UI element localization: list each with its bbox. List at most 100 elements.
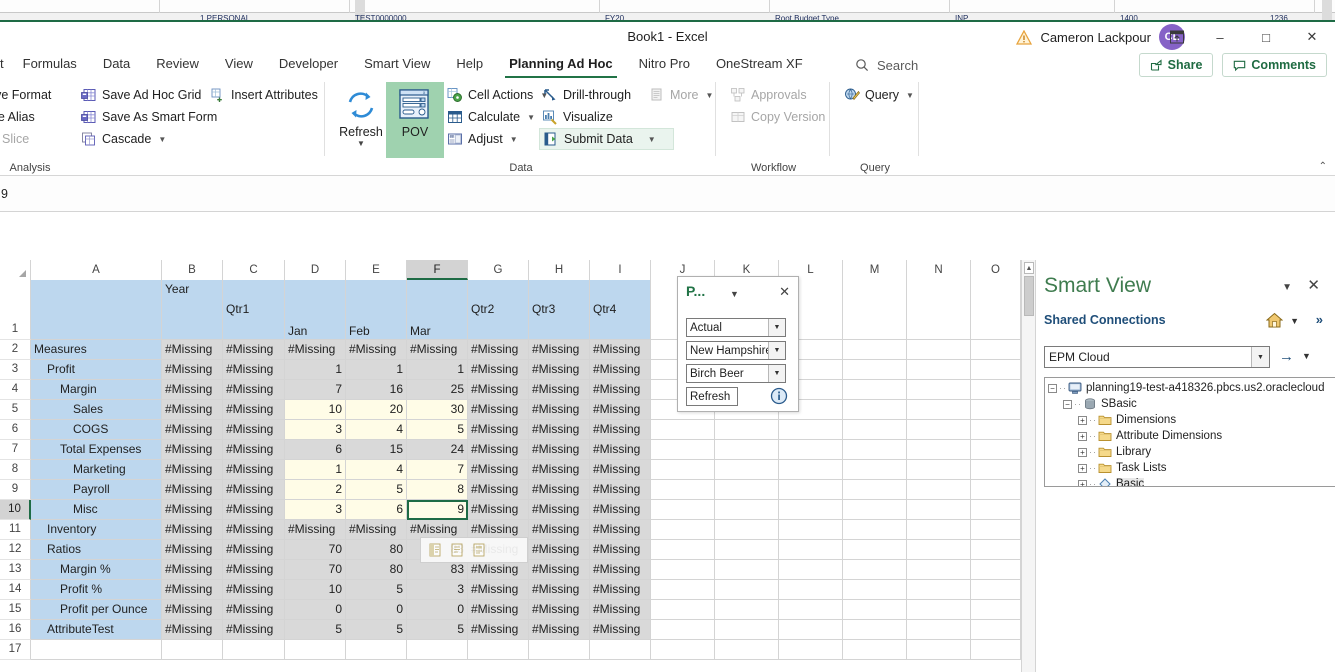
column-header-o[interactable]: O [971, 260, 1021, 280]
cell-b1[interactable]: Year [162, 280, 223, 340]
cell-g8[interactable]: #Missing [468, 460, 529, 480]
cell-h9[interactable]: #Missing [529, 480, 590, 500]
tree-node-dimensions[interactable]: + ·· Dimensions [1045, 412, 1335, 428]
cell-l9[interactable] [779, 480, 843, 500]
cell-a5[interactable]: Sales [31, 400, 162, 420]
cell-k12[interactable] [715, 540, 779, 560]
cell-a2[interactable]: Measures [31, 340, 162, 360]
row-header-17[interactable]: 17 [0, 640, 31, 660]
pov-dialog[interactable]: P... ▼ ✕ Actual ▼ New Hampshire ▼ Birch … [677, 276, 799, 412]
row-header-1[interactable]: 1 [0, 280, 31, 340]
cell-i16[interactable]: #Missing [590, 620, 651, 640]
cell-g15[interactable]: #Missing [468, 600, 529, 620]
cell-j15[interactable] [651, 600, 715, 620]
cell-n8[interactable] [907, 460, 971, 480]
cell-d10[interactable]: 3 [285, 500, 346, 520]
cell-a9[interactable]: Payroll [31, 480, 162, 500]
row-header-6[interactable]: 6 [0, 420, 31, 440]
cell-n10[interactable] [907, 500, 971, 520]
cell-e9[interactable]: 5 [346, 480, 407, 500]
tab-nitro-pro[interactable]: Nitro Pro [626, 52, 703, 78]
cell-m4[interactable] [843, 380, 907, 400]
pov-dropdown-scenario[interactable]: Actual ▼ [686, 318, 786, 337]
cell-j6[interactable] [651, 420, 715, 440]
cell-l17[interactable] [779, 640, 843, 660]
column-header-h[interactable]: H [529, 260, 590, 280]
cell-i8[interactable]: #Missing [590, 460, 651, 480]
tab-view[interactable]: View [212, 52, 266, 78]
cell-h16[interactable]: #Missing [529, 620, 590, 640]
ribbon-item-preserve-format[interactable]: erve Format [0, 84, 80, 106]
cell-i5[interactable]: #Missing [590, 400, 651, 420]
ribbon-item-save-ad-hoc-grid[interactable]: Save Ad Hoc Grid [78, 84, 208, 106]
tree-expander-icon[interactable]: + [1078, 431, 1087, 441]
cell-j9[interactable] [651, 480, 715, 500]
cell-h1[interactable]: Qtr3 [529, 280, 590, 340]
tab-formulas[interactable]: Formulas [10, 52, 90, 78]
cell-a11[interactable]: Inventory [31, 520, 162, 540]
cell-e7[interactable]: 15 [346, 440, 407, 460]
cell-f10[interactable]: 9 [407, 500, 468, 520]
pov-dialog-menu-chevron-icon[interactable]: ▼ [730, 289, 739, 299]
cell-l10[interactable] [779, 500, 843, 520]
cell-d4[interactable]: 7 [285, 380, 346, 400]
tree-expander-icon[interactable]: + [1078, 479, 1087, 486]
cell-l15[interactable] [779, 600, 843, 620]
search-input[interactable]: Search [855, 52, 918, 78]
cell-e4[interactable]: 16 [346, 380, 407, 400]
home-icon[interactable] [1266, 312, 1283, 329]
cell-h8[interactable]: #Missing [529, 460, 590, 480]
chevron-down-icon[interactable]: ▼ [768, 342, 785, 359]
cell-a15[interactable]: Profit per Ounce [31, 600, 162, 620]
ribbon-item-submit-data[interactable]: Submit Data ▼ [539, 128, 674, 150]
cell-c16[interactable]: #Missing [223, 620, 285, 640]
cell-f1[interactable]: Mar [407, 280, 468, 340]
cell-m17[interactable] [843, 640, 907, 660]
cell-f17[interactable] [407, 640, 468, 660]
minimize-button[interactable]: – [1197, 22, 1243, 52]
cell-c6[interactable]: #Missing [223, 420, 285, 440]
tree-expander-icon[interactable]: − [1048, 383, 1057, 393]
cell-i10[interactable]: #Missing [590, 500, 651, 520]
cell-o13[interactable] [971, 560, 1021, 580]
cell-e5[interactable]: 20 [346, 400, 407, 420]
cell-b10[interactable]: #Missing [162, 500, 223, 520]
collapse-ribbon-button[interactable]: ⌃ [1319, 161, 1327, 172]
row-header-15[interactable]: 15 [0, 600, 31, 620]
cell-g2[interactable]: #Missing [468, 340, 529, 360]
cell-b2[interactable]: #Missing [162, 340, 223, 360]
tree-expander-icon[interactable]: + [1078, 415, 1087, 425]
pov-dropdown-product[interactable]: Birch Beer ▼ [686, 364, 786, 383]
connection-select[interactable]: EPM Cloud ▼ [1044, 346, 1270, 368]
cell-n9[interactable] [907, 480, 971, 500]
cell-c13[interactable]: #Missing [223, 560, 285, 580]
row-header-14[interactable]: 14 [0, 580, 31, 600]
cell-i4[interactable]: #Missing [590, 380, 651, 400]
cell-g9[interactable]: #Missing [468, 480, 529, 500]
row-header-10[interactable]: 10 [0, 500, 31, 520]
cell-b8[interactable]: #Missing [162, 460, 223, 480]
cell-o8[interactable] [971, 460, 1021, 480]
cell-d13[interactable]: 70 [285, 560, 346, 580]
cell-c11[interactable]: #Missing [223, 520, 285, 540]
column-header-n[interactable]: N [907, 260, 971, 280]
cell-a1[interactable] [31, 280, 162, 340]
tab-data[interactable]: Data [90, 52, 143, 78]
cell-e17[interactable] [346, 640, 407, 660]
cell-h11[interactable]: #Missing [529, 520, 590, 540]
cell-n15[interactable] [907, 600, 971, 620]
cell-m9[interactable] [843, 480, 907, 500]
cell-d17[interactable] [285, 640, 346, 660]
cell-c17[interactable] [223, 640, 285, 660]
cell-l7[interactable] [779, 440, 843, 460]
tree-node-task-lists[interactable]: + ·· Task Lists [1045, 460, 1335, 476]
cell-e12[interactable]: 80 [346, 540, 407, 560]
pov-close-icon[interactable]: ✕ [779, 284, 790, 300]
cell-h6[interactable]: #Missing [529, 420, 590, 440]
tab-smart-view[interactable]: Smart View [351, 52, 443, 78]
cell-b11[interactable]: #Missing [162, 520, 223, 540]
column-header-b[interactable]: B [162, 260, 223, 280]
cell-i7[interactable]: #Missing [590, 440, 651, 460]
paste-formatting-icon[interactable] [471, 542, 487, 558]
cell-i14[interactable]: #Missing [590, 580, 651, 600]
